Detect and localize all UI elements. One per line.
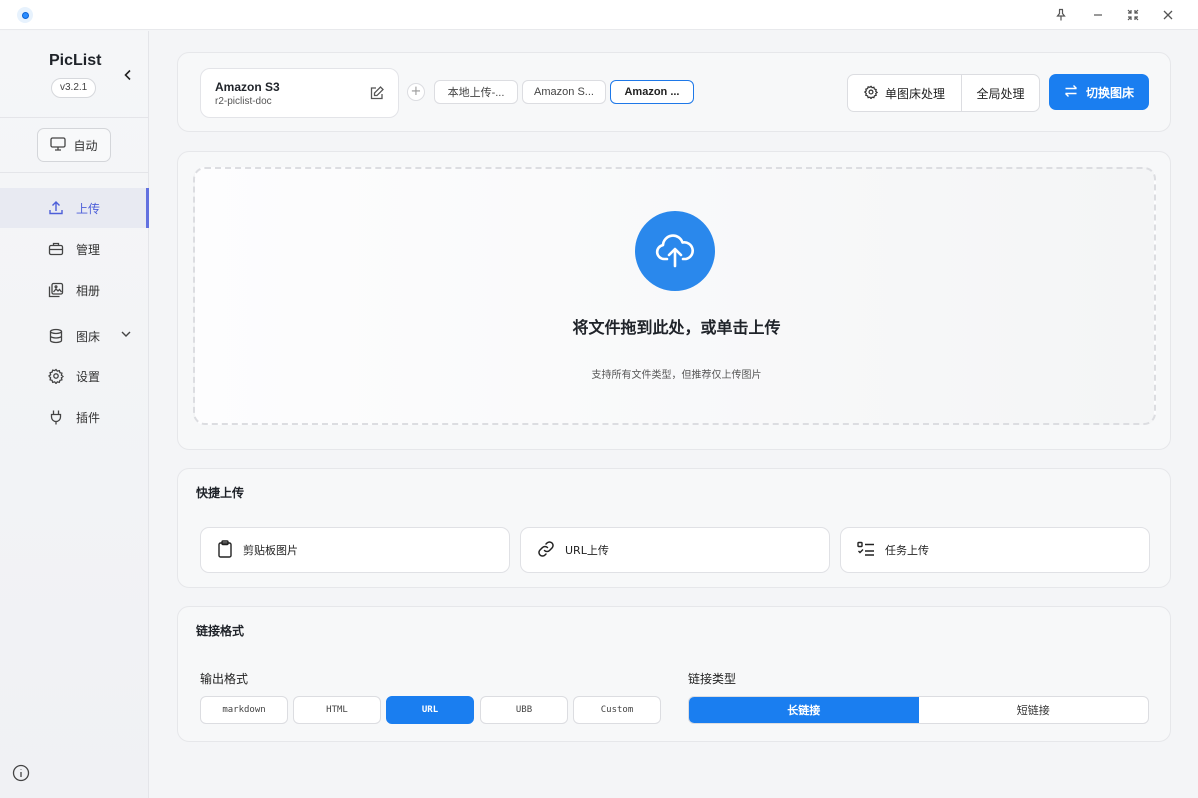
gear-icon bbox=[863, 84, 879, 102]
host-toolbar: Amazon S3 r2-piclist-doc + 本地上传-... Amaz… bbox=[177, 52, 1171, 132]
dropzone-title: 将文件拖到此处，或单击上传 bbox=[572, 318, 781, 337]
briefcase-icon bbox=[47, 240, 65, 258]
switch-host-button[interactable]: 切换图床 bbox=[1049, 74, 1149, 110]
theme-mode-button[interactable]: 自动 bbox=[37, 128, 111, 162]
database-icon bbox=[47, 327, 65, 345]
output-format-label: 输出格式 bbox=[200, 672, 249, 686]
single-host-process-button[interactable]: 单图床处理 bbox=[848, 75, 961, 111]
sidebar-divider bbox=[0, 172, 149, 173]
sidebar-item-label: 上传 bbox=[76, 201, 101, 216]
link-icon bbox=[537, 540, 555, 561]
task-upload-label: 任务上传 bbox=[885, 544, 929, 557]
clipboard-upload-button[interactable]: 剪贴板图片 bbox=[200, 527, 510, 573]
upload-dropzone[interactable]: 将文件拖到此处，或单击上传 支持所有文件类型，但推荐仅上传图片 bbox=[193, 167, 1156, 425]
minimize-icon[interactable] bbox=[1087, 5, 1109, 25]
quick-upload-title: 快捷上传 bbox=[196, 486, 245, 500]
gear-icon bbox=[47, 367, 65, 385]
current-host-card[interactable]: Amazon S3 r2-piclist-doc bbox=[200, 68, 399, 118]
sidebar-item-gallery[interactable]: 相册 bbox=[0, 270, 149, 310]
close-icon[interactable] bbox=[1157, 5, 1179, 25]
swap-icon bbox=[1064, 84, 1078, 101]
link-format-panel: 链接格式 输出格式 markdown HTML URL UBB Custom 链… bbox=[177, 606, 1171, 742]
link-type-long[interactable]: 长链接 bbox=[689, 697, 919, 723]
process-button-group: 单图床处理 全局处理 bbox=[847, 74, 1040, 112]
clipboard-icon bbox=[217, 539, 233, 561]
current-host-name: Amazon S3 bbox=[215, 80, 280, 94]
global-process-label: 全局处理 bbox=[976, 86, 1025, 101]
format-button-ubb[interactable]: UBB bbox=[480, 696, 568, 724]
sidebar-item-label: 设置 bbox=[76, 369, 101, 384]
info-icon[interactable] bbox=[12, 764, 30, 782]
single-host-process-label: 单图床处理 bbox=[884, 86, 945, 101]
sidebar-item-settings[interactable]: 设置 bbox=[0, 356, 149, 396]
format-button-url[interactable]: URL bbox=[386, 696, 474, 724]
host-tab[interactable]: 本地上传-... bbox=[434, 80, 518, 104]
link-type-label: 链接类型 bbox=[688, 672, 737, 686]
plug-icon bbox=[47, 408, 65, 426]
restore-icon[interactable] bbox=[1122, 5, 1144, 25]
link-type-toggle: 长链接 短链接 bbox=[688, 696, 1149, 724]
upload-panel: 将文件拖到此处，或单击上传 支持所有文件类型，但推荐仅上传图片 bbox=[177, 151, 1171, 450]
theme-mode-label: 自动 bbox=[73, 138, 98, 153]
clipboard-upload-label: 剪贴板图片 bbox=[243, 544, 298, 557]
quick-upload-panel: 快捷上传 剪贴板图片 URL上传 任务上传 bbox=[177, 468, 1171, 588]
sidebar-item-label: 相册 bbox=[76, 283, 101, 298]
upload-icon bbox=[47, 199, 65, 217]
format-button-markdown[interactable]: markdown bbox=[200, 696, 288, 724]
monitor-icon bbox=[50, 136, 67, 154]
global-process-button[interactable]: 全局处理 bbox=[961, 75, 1039, 111]
sidebar-item-label: 插件 bbox=[76, 410, 101, 425]
dropzone-subtitle: 支持所有文件类型，但推荐仅上传图片 bbox=[591, 370, 762, 381]
checklist-icon bbox=[857, 541, 875, 560]
url-upload-button[interactable]: URL上传 bbox=[520, 527, 830, 573]
gallery-icon bbox=[47, 281, 65, 299]
task-upload-button[interactable]: 任务上传 bbox=[840, 527, 1150, 573]
app-logo-icon bbox=[17, 7, 33, 23]
title-bar bbox=[0, 0, 1198, 30]
add-host-button[interactable]: + bbox=[407, 83, 425, 101]
current-host-config: r2-piclist-doc bbox=[215, 96, 272, 107]
link-type-short[interactable]: 短链接 bbox=[919, 697, 1149, 723]
sidebar-item-plugins[interactable]: 插件 bbox=[0, 397, 149, 437]
sidebar-divider bbox=[0, 117, 149, 118]
chevron-down-icon[interactable] bbox=[120, 328, 132, 343]
sidebar-item-upload[interactable]: 上传 bbox=[0, 188, 149, 228]
collapse-sidebar-icon[interactable] bbox=[120, 67, 136, 83]
sidebar-item-label: 图床 bbox=[76, 329, 101, 344]
sidebar-item-label: 管理 bbox=[76, 242, 101, 257]
format-button-html[interactable]: HTML bbox=[293, 696, 381, 724]
url-upload-label: URL上传 bbox=[565, 544, 609, 557]
pin-icon[interactable] bbox=[1050, 5, 1072, 25]
switch-host-label: 切换图床 bbox=[1085, 85, 1134, 100]
sidebar-item-manage[interactable]: 管理 bbox=[0, 229, 149, 269]
app-name: PicList bbox=[49, 52, 102, 69]
host-tab-active[interactable]: Amazon ... bbox=[610, 80, 694, 104]
cloud-upload-icon bbox=[635, 211, 715, 291]
format-button-custom[interactable]: Custom bbox=[573, 696, 661, 724]
sidebar-item-hosts[interactable]: 图床 bbox=[0, 316, 149, 356]
link-format-title: 链接格式 bbox=[196, 624, 245, 638]
version-badge: v3.2.1 bbox=[51, 78, 97, 98]
sidebar: PicList v3.2.1 自动 上传 管理 相册 图床 设置 插件 bbox=[0, 31, 149, 798]
edit-icon[interactable] bbox=[369, 85, 385, 101]
host-tab[interactable]: Amazon S... bbox=[522, 80, 606, 104]
